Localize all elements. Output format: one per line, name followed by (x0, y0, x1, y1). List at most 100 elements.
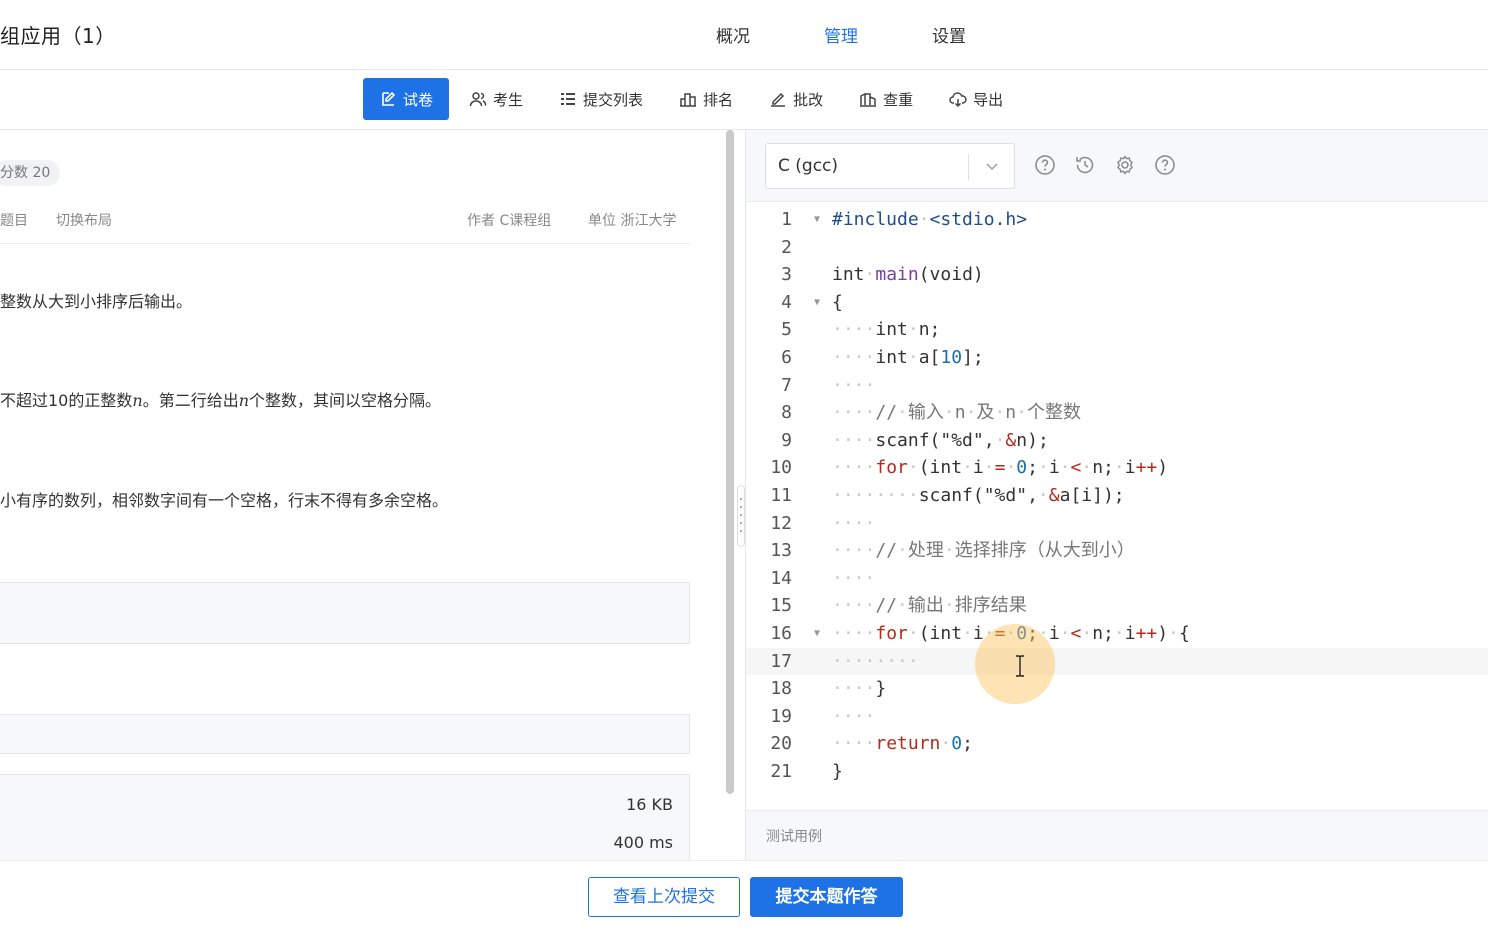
code-text: ···· (832, 567, 876, 589)
problem-panel: 分数 20 题目 切换布局 作者 C课程组 单位 浙江大学 整数从大到小排序后输… (0, 130, 724, 860)
code-text: int·main(void) (832, 264, 984, 286)
switch-layout-link[interactable]: 切换布局 (56, 210, 112, 230)
code-line[interactable]: 3 int·main(void) (746, 261, 1488, 288)
tab-paper[interactable]: 试卷 (363, 78, 450, 120)
submit-answer-button[interactable]: 提交本题作答 (750, 877, 903, 917)
code-line[interactable]: 18 ····} (746, 675, 1488, 702)
nav-manage[interactable]: 管理 (824, 22, 932, 47)
view-last-submission-button[interactable]: 查看上次提交 (588, 877, 740, 917)
code-line[interactable]: 8 ····//·输入·n·及·n·个整数 (746, 399, 1488, 426)
code-text: ····//·输出·排序结果 (832, 595, 1027, 617)
code-line[interactable]: 21} (746, 758, 1488, 785)
line-number: 17 (770, 650, 792, 672)
gear-icon[interactable] (1114, 154, 1136, 176)
line-number: 3 (781, 264, 792, 286)
fold-arrow-icon[interactable]: ▼ (814, 620, 820, 647)
code-line[interactable]: 1 ▼ #include·<stdio.h> (746, 206, 1488, 233)
output-description: 小有序的数列，相邻数字间有一个空格，行末不得有多余空格。 (0, 491, 449, 510)
code-text: ····int·n; (832, 319, 941, 341)
scrollbar-thumb[interactable] (726, 130, 734, 794)
code-line[interactable]: 17 ········ (746, 647, 1488, 675)
code-text: ····//·处理·选择排序（从大到小） (832, 540, 1135, 562)
line-number: 20 (770, 733, 792, 755)
code-line[interactable]: 5 ····int·n; (746, 316, 1488, 343)
input-description: 不超过10的正整数n。第二行给出n个整数，其间以空格分隔。 (0, 391, 442, 410)
tab-export[interactable]: 导出 (933, 78, 1019, 120)
text-cursor-icon (1012, 655, 1028, 677)
code-text: #include·<stdio.h> (832, 209, 1028, 230)
code-text: ····scanf("%d",·&n); (832, 429, 1049, 451)
line-number: 8 (781, 402, 792, 424)
problem-scrollbar[interactable] (724, 130, 736, 860)
code-line[interactable]: 19 ···· (746, 703, 1488, 730)
input-sample-box (0, 582, 690, 644)
code-line[interactable]: 2 (746, 234, 1488, 261)
limits-box: 16 KB 400 ms (0, 774, 690, 860)
code-line[interactable]: 20 ····return·0; (746, 730, 1488, 757)
testcase-bar[interactable]: 测试用例 (746, 810, 1488, 860)
edit-icon (379, 90, 397, 108)
code-text: ····return·0; (832, 733, 973, 755)
tab-examinees[interactable]: 考生 (453, 78, 539, 120)
tab-grading[interactable]: 批改 (753, 78, 839, 120)
tab-ranking[interactable]: 排名 (663, 78, 749, 120)
problem-link[interactable]: 题目 (0, 210, 28, 230)
question-icon[interactable] (1154, 154, 1176, 176)
tab-duplicate-check-label: 查重 (883, 90, 914, 109)
line-number: 2 (781, 236, 792, 258)
code-line[interactable]: 4 ▼ { (746, 289, 1488, 316)
panel-splitter[interactable] (736, 130, 746, 860)
code-line[interactable]: 15 ····//·输出·排序结果 (746, 592, 1488, 619)
users-icon (469, 90, 487, 108)
code-line[interactable]: 9 ····scanf("%d",·&n); (746, 427, 1488, 454)
code-line[interactable]: 6 ····int·a[10]; (746, 344, 1488, 371)
problem-unit: 单位 浙江大学 (588, 213, 677, 229)
line-number: 1 (781, 209, 792, 230)
line-number: 16 (770, 623, 792, 644)
time-limit: 400 ms (613, 833, 673, 852)
code-line[interactable]: 16 ▼ ····for·(int·i·=·0;·i·<·n;·i++)·{ (746, 620, 1488, 647)
cloud-download-icon (949, 90, 967, 108)
tab-paper-label: 试卷 (403, 90, 434, 109)
output-sample-box (0, 714, 690, 754)
tab-duplicate-check[interactable]: 查重 (843, 78, 929, 120)
code-line[interactable]: 12 ···· (746, 510, 1488, 537)
fold-arrow-icon[interactable]: ▼ (814, 289, 820, 316)
score-badge: 分数 20 (0, 160, 61, 186)
code-text: } (832, 761, 843, 782)
help-icon[interactable] (1034, 154, 1056, 176)
ranking-icon (679, 90, 697, 108)
code-text: ····//·输入·n·及·n·个整数 (832, 402, 1081, 424)
line-number: 21 (770, 761, 792, 782)
line-number: 7 (781, 374, 792, 396)
code-text: ···· (832, 512, 876, 534)
code-text: ···· (832, 374, 876, 396)
management-tabs: 试卷 考生 提交列表 排名 批改 查重 导出 (363, 78, 1023, 120)
nav-settings[interactable]: 设置 (932, 22, 1040, 47)
code-line[interactable]: 14 ···· (746, 565, 1488, 592)
language-select[interactable]: C (gcc) (765, 143, 1015, 189)
code-text: ········scanf("%d",·&a[i]); (832, 485, 1125, 506)
code-line[interactable]: 13 ····//·处理·选择排序（从大到小） (746, 537, 1488, 564)
history-icon[interactable] (1074, 154, 1096, 176)
pen-icon (769, 90, 787, 108)
fold-arrow-icon[interactable]: ▼ (814, 206, 820, 233)
line-number: 12 (770, 512, 792, 534)
tab-submissions-label: 提交列表 (583, 90, 644, 109)
code-text: ····for·(int·i·=·0;·i·<·n;·i++) (832, 457, 1169, 479)
tab-grading-label: 批改 (793, 90, 824, 109)
tab-submissions[interactable]: 提交列表 (543, 78, 659, 120)
nav-overview[interactable]: 概况 (716, 22, 824, 47)
code-line[interactable]: 7 ···· (746, 372, 1488, 399)
page-title: 组应用（1） (0, 24, 116, 48)
app-header: 组应用（1） 概况 管理 设置 (0, 0, 1488, 70)
code-editor[interactable]: 1 ▼ #include·<stdio.h> 2 3 int·main(void) 4 ▼ {5… (746, 206, 1488, 806)
problem-description: 整数从大到小排序后输出。 (0, 292, 193, 311)
code-text: ····int·a[10]; (832, 347, 984, 368)
chevron-down-icon (980, 156, 1004, 178)
top-nav: 概况 管理 设置 (716, 22, 1040, 47)
tab-examinees-label: 考生 (493, 90, 524, 109)
splitter-grip-icon[interactable] (737, 485, 745, 547)
code-line[interactable]: 11 ········scanf("%d",·&a[i]); (746, 482, 1488, 509)
code-line[interactable]: 10 ····for·(int·i·=·0;·i·<·n;·i++) (746, 454, 1488, 481)
